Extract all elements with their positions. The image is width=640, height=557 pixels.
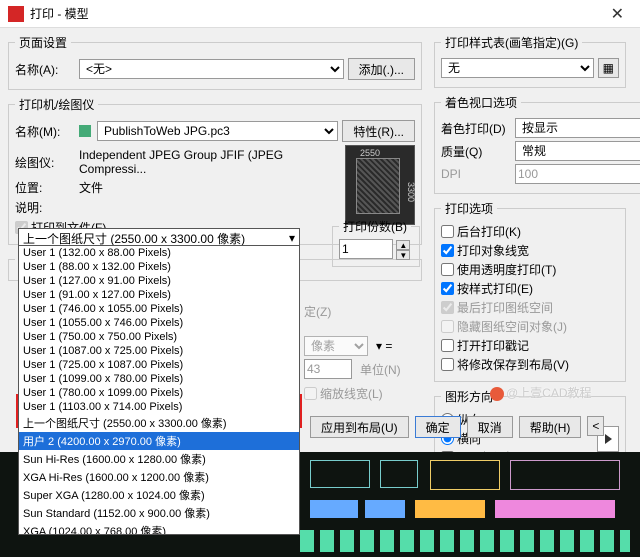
style-table-legend: 打印样式表(画笔指定)(G) xyxy=(441,34,582,51)
option-label: 将修改保存到布局(V) xyxy=(457,356,569,373)
option-checkbox xyxy=(441,320,454,333)
page-setup-group: 页面设置 名称(A): <无> 添加(.)... xyxy=(8,34,422,90)
paper-size-option[interactable]: User 1 (780.00 x 1099.00 Pixels) xyxy=(19,386,299,400)
option-checkbox[interactable] xyxy=(441,225,454,238)
paper-size-option[interactable]: User 1 (1103.00 x 714.00 Pixels) xyxy=(19,400,299,414)
dpi-input xyxy=(515,164,640,184)
watermark: @上壹CAD教程 xyxy=(490,384,592,401)
apply-layout-button[interactable]: 应用到布局(U) xyxy=(310,416,409,438)
scale-num-input xyxy=(304,359,352,379)
option-checkbox[interactable] xyxy=(441,339,454,352)
printer-legend: 打印机/绘图仪 xyxy=(15,96,98,113)
orientation-legend: 图形方向 xyxy=(441,388,497,405)
paper-size-option[interactable]: User 1 (127.00 x 91.00 Pixels) xyxy=(19,274,299,288)
paper-size-option[interactable]: User 1 (750.00 x 750.00 Pixels) xyxy=(19,330,299,344)
style-edit-button[interactable]: ▦ xyxy=(598,58,619,78)
option-checkbox[interactable] xyxy=(441,263,454,276)
ok-button[interactable]: 确定 xyxy=(415,416,461,438)
scale-lineweight-checkbox xyxy=(304,387,317,400)
help-button[interactable]: 帮助(H) xyxy=(519,416,582,438)
paper-size-option[interactable]: User 1 (1099.00 x 780.00 Pixels) xyxy=(19,372,299,386)
copies-down-button[interactable]: ▼ xyxy=(396,250,410,260)
option-label: 打开打印戳记 xyxy=(457,337,529,354)
option-label: 隐藏图纸空间对象(J) xyxy=(457,318,567,335)
copies-group: 打印份数(B) ▲ ▼ xyxy=(332,218,420,267)
copies-up-button[interactable]: ▲ xyxy=(396,240,410,250)
custom-z-label: 定(Z) xyxy=(304,303,331,320)
chevron-down-icon: ▾ xyxy=(289,231,295,245)
location-value: 文件 xyxy=(79,179,103,196)
shade-select[interactable]: 按显示 xyxy=(515,118,640,138)
print-options-group: 打印选项 后台打印(K) 打印对象线宽使用透明度打印(T) 按样式打印(E) 最后打印… xyxy=(434,200,626,382)
properties-button[interactable]: 特性(R)... xyxy=(342,120,415,142)
option-checkbox[interactable] xyxy=(441,282,454,295)
add-button[interactable]: 添加(.)... xyxy=(348,58,415,80)
paper-size-option[interactable]: Super XGA (1280.00 x 1024.00 像素) xyxy=(19,486,299,504)
option-checkbox xyxy=(441,301,454,314)
style-table-select[interactable]: 无 xyxy=(441,58,594,78)
paper-size-dropdown[interactable]: User 1 (132.00 x 88.00 Pixels)User 1 (88… xyxy=(18,245,300,535)
preview-width: 2550 xyxy=(360,148,380,158)
paper-size-option[interactable]: User 1 (132.00 x 88.00 Pixels) xyxy=(19,246,299,260)
paper-size-option[interactable]: User 1 (1055.00 x 746.00 Pixels) xyxy=(19,316,299,330)
option-label: 打印对象线宽 xyxy=(457,242,529,259)
dpi-label: DPI xyxy=(441,167,511,181)
unit-select: 像素 xyxy=(304,336,368,356)
option-label: 最后打印图纸空间 xyxy=(457,299,553,316)
style-table-group: 打印样式表(画笔指定)(G) 无 ▦ xyxy=(434,34,626,88)
plotter-value: Independent JPEG Group JFIF (JPEG Compre… xyxy=(79,148,339,176)
page-setup-legend: 页面设置 xyxy=(15,34,71,51)
paper-size-option[interactable]: Sun Hi-Res (1600.00 x 1280.00 像素) xyxy=(19,450,299,468)
unit-n-label: 单位(N) xyxy=(360,361,401,378)
paper-preview: 2550 3300 xyxy=(345,145,415,225)
plotter-label: 绘图仪: xyxy=(15,154,75,171)
copies-legend: 打印份数(B) xyxy=(339,218,411,235)
shaded-legend: 着色视口选项 xyxy=(441,94,521,111)
option-checkbox[interactable] xyxy=(441,244,454,257)
paper-size-option[interactable]: User 1 (88.00 x 132.00 Pixels) xyxy=(19,260,299,274)
paper-size-option[interactable]: User 1 (746.00 x 1055.00 Pixels) xyxy=(19,302,299,316)
option-label: 按样式打印(E) xyxy=(457,280,533,297)
paper-size-option[interactable]: User 1 (1087.00 x 725.00 Pixels) xyxy=(19,344,299,358)
copies-input[interactable] xyxy=(339,239,393,259)
printer-icon xyxy=(79,125,91,137)
cancel-button[interactable]: 取消 xyxy=(467,416,513,438)
preview-height: 3300 xyxy=(406,182,416,202)
option-label: 后台打印(K) xyxy=(457,223,521,240)
location-label: 位置: xyxy=(15,179,75,196)
shade-label: 着色打印(D) xyxy=(441,120,511,137)
paper-size-value: 上一个图纸尺寸 (2550.00 x 3300.00 像素) xyxy=(23,230,245,247)
paper-size-option[interactable]: XGA (1024.00 x 768.00 像素) xyxy=(19,522,299,535)
shaded-group: 着色视口选项 着色打印(D)按显示 质量(Q)常规 DPI xyxy=(434,94,640,194)
option-checkbox[interactable] xyxy=(441,358,454,371)
page-name-label: 名称(A): xyxy=(15,61,75,78)
window-title: 打印 - 模型 xyxy=(30,5,89,22)
option-label: 使用透明度打印(T) xyxy=(457,261,556,278)
printer-name-label: 名称(M): xyxy=(15,123,75,140)
paper-size-option[interactable]: XGA Hi-Res (1600.00 x 1200.00 像素) xyxy=(19,468,299,486)
quality-select[interactable]: 常规 xyxy=(515,141,640,161)
paper-size-option[interactable]: 上一个图纸尺寸 (2550.00 x 3300.00 像素) xyxy=(19,414,299,432)
page-name-select[interactable]: <无> xyxy=(79,59,344,79)
quality-label: 质量(Q) xyxy=(441,143,511,160)
app-icon xyxy=(8,6,24,22)
scale-lineweight-label: 缩放线宽(L) xyxy=(320,385,383,402)
printer-name-select[interactable]: PublishToWeb JPG.pc3 xyxy=(97,121,338,141)
logo-icon xyxy=(490,387,504,401)
paper-size-option[interactable]: Sun Standard (1152.00 x 900.00 像素) xyxy=(19,504,299,522)
print-options-legend: 打印选项 xyxy=(441,200,497,217)
paper-size-option[interactable]: 用户 2 (4200.00 x 2970.00 像素) xyxy=(19,432,299,450)
collapse-button[interactable]: < xyxy=(587,416,604,436)
titlebar: 打印 - 模型 ✕ xyxy=(0,0,640,28)
paper-size-option[interactable]: User 1 (91.00 x 127.00 Pixels) xyxy=(19,288,299,302)
close-icon[interactable]: ✕ xyxy=(603,4,632,24)
paper-size-option[interactable]: User 1 (725.00 x 1087.00 Pixels) xyxy=(19,358,299,372)
desc-label: 说明: xyxy=(15,199,75,216)
